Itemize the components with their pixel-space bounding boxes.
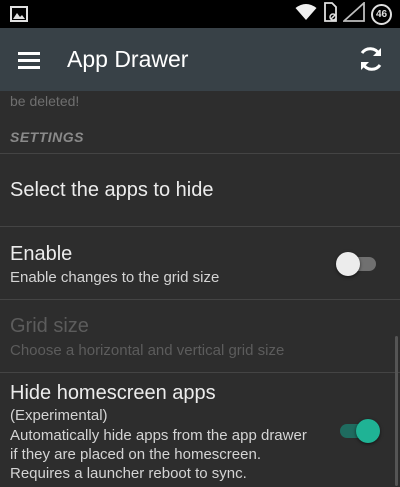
enable-toggle[interactable]	[336, 251, 380, 277]
image-icon	[10, 6, 28, 27]
enable-title: Enable	[10, 243, 73, 265]
hide-homescreen-desc-line1: Automatically hide apps from the app dra…	[10, 427, 307, 444]
status-bar: 46	[0, 0, 400, 28]
refresh-icon[interactable]	[356, 44, 386, 74]
enable-subtitle: Enable changes to the grid size	[10, 269, 220, 286]
hide-homescreen-experimental: (Experimental)	[10, 407, 108, 424]
hide-homescreen-title: Hide homescreen apps	[10, 382, 216, 404]
toggle-thumb	[336, 252, 360, 276]
battery-icon: 46	[371, 3, 392, 25]
hide-homescreen-apps-item[interactable]: Hide homescreen apps (Experimental) Auto…	[0, 373, 400, 487]
sim-icon	[323, 1, 337, 27]
toggle-thumb	[356, 419, 380, 443]
truncated-text: be deleted!	[10, 93, 80, 109]
select-apps-title: Select the apps to hide	[10, 179, 214, 201]
settings-list: be deleted! SETTINGS Select the apps to …	[0, 91, 400, 487]
scrollbar[interactable]	[395, 336, 398, 486]
signal-icon	[341, 0, 365, 27]
wifi-icon	[295, 3, 317, 26]
hamburger-menu-icon[interactable]	[16, 48, 44, 72]
grid-size-title: Grid size	[10, 315, 89, 337]
enable-item[interactable]: Enable Enable changes to the grid size	[0, 227, 400, 299]
hide-homescreen-toggle[interactable]	[336, 418, 380, 444]
hide-homescreen-desc-line3: Requires a launcher reboot to sync.	[10, 465, 247, 482]
page-title: App Drawer	[67, 46, 189, 72]
grid-size-item: Grid size Choose a horizontal and vertic…	[0, 300, 400, 372]
select-apps-item[interactable]: Select the apps to hide	[0, 154, 400, 226]
grid-size-subtitle: Choose a horizontal and vertical grid si…	[10, 342, 285, 359]
hide-homescreen-desc-line2: if they are placed on the homescreen.	[10, 446, 261, 463]
section-header-settings: SETTINGS	[10, 129, 85, 145]
app-bar: App Drawer	[0, 28, 400, 91]
